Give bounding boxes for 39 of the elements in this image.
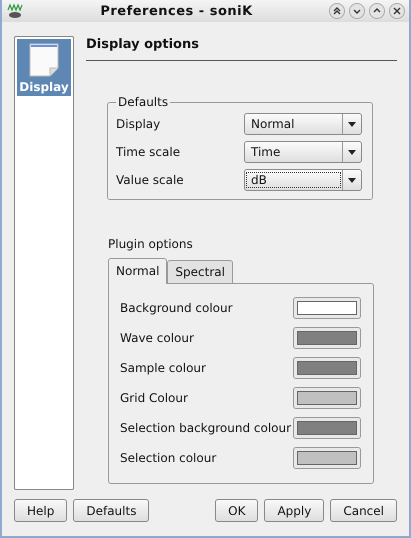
chevron-up-icon[interactable] — [369, 3, 385, 19]
dropdown[interactable]: Normal — [244, 113, 362, 135]
colour-label: Selection background colour — [120, 421, 292, 435]
dropdown[interactable]: dB — [244, 169, 362, 191]
dialog-button[interactable]: OK — [215, 499, 258, 522]
dropdown-arrow-icon — [348, 178, 356, 182]
chevron-down-icon[interactable] — [349, 3, 365, 19]
colour-button[interactable] — [293, 447, 361, 469]
close-icon[interactable] — [389, 3, 405, 19]
colour-label: Background colour — [120, 301, 233, 315]
dialog-button[interactable]: Apply — [264, 499, 324, 522]
colour-label: Wave colour — [120, 331, 194, 345]
colour-button[interactable] — [293, 327, 361, 349]
dropdown-arrow-icon — [348, 150, 356, 154]
page-title: Display options — [86, 36, 397, 61]
colour-button[interactable] — [293, 357, 361, 379]
colour-button[interactable] — [293, 387, 361, 409]
colour-label: Selection colour — [120, 451, 216, 465]
group-title: Defaults — [117, 95, 170, 109]
tab[interactable]: Normal — [108, 258, 168, 284]
dropdown-arrow-icon — [348, 122, 356, 126]
colour-button[interactable] — [293, 297, 361, 319]
section-label: Plugin options — [108, 237, 194, 251]
dialog-button[interactable]: Defaults — [73, 499, 150, 522]
colour-label: Grid Colour — [120, 391, 188, 405]
sidebar-item[interactable]: Display — [17, 39, 71, 96]
colour-label: Sample colour — [120, 361, 206, 375]
dialog-button[interactable]: Cancel — [330, 499, 397, 522]
field-label: Display — [116, 117, 160, 131]
field-label: Time scale — [116, 145, 180, 159]
tab[interactable]: Spectral — [167, 260, 233, 283]
dialog-button[interactable]: Help — [14, 499, 68, 522]
field-label: Value scale — [116, 173, 184, 187]
app-icon[interactable] — [6, 3, 24, 19]
window-title: Preferences - soniK — [99, 4, 254, 18]
double-chevron-up-icon[interactable] — [329, 3, 345, 19]
page-icon — [27, 42, 61, 78]
colour-button[interactable] — [293, 417, 361, 439]
dropdown[interactable]: Time — [244, 141, 362, 163]
